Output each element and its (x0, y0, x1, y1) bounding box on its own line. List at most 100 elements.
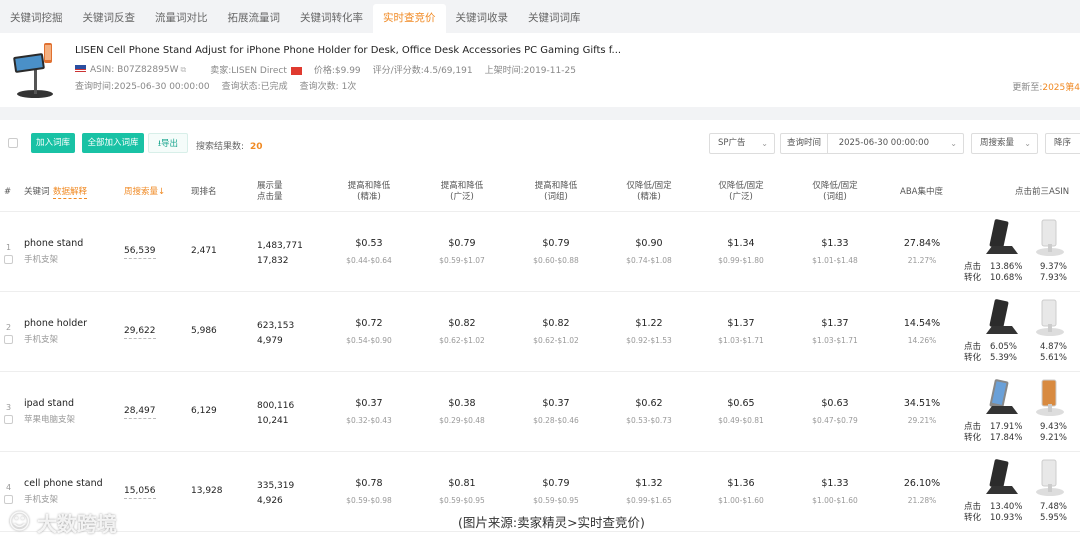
asin2-metrics: 7.48% 5.95% (1040, 502, 1068, 523)
row-checkbox[interactable] (4, 415, 13, 424)
tab-keyword-index[interactable]: 关键词收录 (446, 4, 519, 33)
weekly-search-value[interactable]: 28,497 (124, 406, 156, 419)
watermark-logo: ☺ 大数跨境 (8, 510, 117, 536)
col-up-down-exact[interactable]: 提高和降低 (精准) (324, 181, 414, 203)
product-asin[interactable]: ASIN: B07Z82895W (90, 65, 178, 75)
tab-keyword-mining[interactable]: 关键词挖掘 (0, 4, 73, 33)
query-time-select[interactable]: 查询时间 2025-06-30 00:00:00 ⌄ (780, 133, 964, 154)
asin1-metrics: 17.91% 17.84% (990, 422, 1023, 443)
asin-metric-labels: 点击 转化 (964, 502, 982, 523)
bid-cell: $1.33 $1.00-$1.60 (812, 478, 858, 505)
product-title[interactable]: LISEN Cell Phone Stand Adjust for iPhone… (75, 45, 621, 56)
row-checkbox[interactable] (4, 255, 13, 264)
bid-cell: $1.22 $0.92-$1.53 (626, 318, 672, 345)
impressions-clicks: 623,153 4,979 (257, 321, 295, 346)
col-weekly-search[interactable]: 周搜索量↓ (124, 187, 165, 198)
asin-thumbnail-2[interactable] (1030, 378, 1070, 418)
export-button[interactable]: ⭳导出 (148, 133, 188, 153)
bid-cell: $0.82 $0.62-$1.02 (439, 318, 485, 345)
keyword-cell[interactable]: phone holder 手机支架 (24, 318, 87, 345)
bid-cell: $0.72 $0.54-$0.90 (346, 318, 392, 345)
product-seller: 卖家:LISEN Direct (210, 66, 287, 76)
rank-value: 5,986 (191, 326, 217, 336)
bid-cell: $0.82 $0.62-$1.02 (533, 318, 579, 345)
asin-thumbnail-1[interactable] (982, 218, 1022, 258)
chevron-down-icon: ⌄ (950, 139, 957, 148)
product-rating: 评分/评分数:4.5/69,191 (372, 66, 473, 76)
col-impressions[interactable]: 展示量 点击量 (257, 181, 283, 203)
tab-expand-traffic[interactable]: 拓展流量词 (218, 4, 291, 33)
asin-thumbnail-1[interactable] (982, 298, 1022, 338)
copy-icon[interactable]: ⧉ (180, 65, 186, 74)
row-index: 2 (6, 323, 12, 332)
bid-cell: $0.62 $0.53-$0.73 (626, 398, 672, 425)
weekly-search-value[interactable]: 29,622 (124, 326, 156, 339)
asin-thumbnail-1[interactable] (982, 378, 1022, 418)
bid-cell: $0.38 $0.29-$0.48 (439, 398, 485, 425)
row-checkbox[interactable] (4, 335, 13, 344)
col-up-down-broad[interactable]: 提高和降低 (广泛) (417, 181, 507, 203)
asin2-metrics: 9.37% 7.93% (1040, 262, 1068, 283)
tab-keyword-conversion[interactable]: 关键词转化率 (290, 4, 373, 33)
update-info: 更新至:2025第4 (1012, 83, 1080, 93)
weekly-search-value[interactable]: 15,056 (124, 486, 156, 499)
add-all-to-library-button[interactable]: 全部加入词库 (82, 133, 144, 153)
asin-thumbnail-2[interactable] (1030, 218, 1070, 258)
sort-order-select[interactable]: 降序 (1045, 133, 1080, 154)
product-listed: 上架时间:2019-11-25 (484, 66, 576, 76)
bid-cell: $0.79 $0.60-$0.88 (533, 238, 579, 265)
select-all-checkbox[interactable] (8, 138, 18, 148)
row-index: 1 (6, 243, 12, 252)
tab-keyword-library[interactable]: 关键词词库 (518, 4, 591, 33)
chevron-down-icon: ⌄ (1024, 139, 1031, 148)
keyword-cell[interactable]: cell phone stand 手机支架 (24, 478, 103, 505)
asin-metric-labels: 点击 转化 (964, 342, 982, 363)
asin-thumbnail-2[interactable] (1030, 458, 1070, 498)
col-down-exact[interactable]: 仅降低/固定 (精准) (604, 181, 694, 203)
asin-metric-labels: 点击 转化 (964, 262, 982, 283)
bid-cell: $1.33 $1.01-$1.48 (812, 238, 858, 265)
row-index: 3 (6, 403, 12, 412)
bid-cell: $0.81 $0.59-$0.95 (439, 478, 485, 505)
asin-thumbnail-1[interactable] (982, 458, 1022, 498)
rank-value: 6,129 (191, 406, 217, 416)
add-to-library-button[interactable]: 加入词库 (31, 133, 75, 153)
toolbar: 加入词库 全部加入词库 ⭳导出 搜索结果数: 20 SP广告 ⌄ 查询时间 2025… (0, 120, 1080, 166)
col-down-broad[interactable]: 仅降低/固定 (广泛) (696, 181, 786, 203)
impressions-clicks: 1,483,771 17,832 (257, 241, 303, 266)
query-time: 查询时间:2025-06-30 00:00:00 (75, 82, 210, 92)
impressions-clicks: 800,116 10,241 (257, 401, 295, 426)
data-explain-link[interactable]: 数据解释 (53, 187, 88, 199)
us-flag-icon (75, 65, 86, 73)
query-count: 查询次数: 1次 (299, 82, 357, 92)
results-panel: 加入词库 全部加入词库 ⭳导出 搜索结果数: 20 SP广告 ⌄ 查询时间 2025… (0, 120, 1080, 539)
bid-cell: $1.37 $1.03-$1.71 (718, 318, 764, 345)
bid-cell: $1.37 $1.03-$1.71 (812, 318, 858, 345)
col-keyword: 关键词 (24, 187, 50, 197)
asin2-metrics: 4.87% 5.61% (1040, 342, 1068, 363)
bid-cell: $0.79 $0.59-$1.07 (439, 238, 485, 265)
asin1-metrics: 13.40% 10.93% (990, 502, 1023, 523)
col-top3-asin: 点击前三ASIN (1015, 187, 1070, 197)
tab-traffic-compare[interactable]: 流量词对比 (145, 4, 218, 33)
product-meta: ASIN: B07Z82895W ⧉ 卖家:LISEN Direct 价格:$9.… (75, 63, 588, 76)
col-up-down-phrase[interactable]: 提高和降低 (词组) (511, 181, 601, 203)
bid-cell: $0.53 $0.44-$0.64 (346, 238, 392, 265)
weekly-search-value[interactable]: 56,539 (124, 246, 156, 259)
keyword-cell[interactable]: ipad stand 苹果电脑支架 (24, 398, 75, 425)
sort-field-select[interactable]: 周搜索量 ⌄ (971, 133, 1038, 154)
table-row: 2 phone holder 手机支架 29,622 5,986 623,153 4,979… (0, 292, 1080, 372)
keyword-cell[interactable]: phone stand 手机支架 (24, 238, 83, 265)
col-down-phrase[interactable]: 仅降低/固定 (词组) (790, 181, 880, 203)
aba-cell: 34.51% 29.21% (903, 398, 941, 425)
tab-keyword-reverse[interactable]: 关键词反查 (73, 4, 146, 33)
col-aba[interactable]: ABA集中度 (900, 187, 943, 198)
row-checkbox[interactable] (4, 495, 13, 504)
product-image (13, 43, 53, 98)
tab-realtime-bid[interactable]: 实时查竞价 (373, 4, 446, 33)
bid-cell: $0.79 $0.59-$0.95 (533, 478, 579, 505)
ad-type-select[interactable]: SP广告 ⌄ (709, 133, 775, 154)
col-rank[interactable]: 现排名 (191, 187, 217, 198)
table-header: # 关键词 数据解释 周搜索量↓ 现排名 展示量 点击量 提高和降低 (精准) 提高… (0, 171, 1080, 212)
asin-thumbnail-2[interactable] (1030, 298, 1070, 338)
